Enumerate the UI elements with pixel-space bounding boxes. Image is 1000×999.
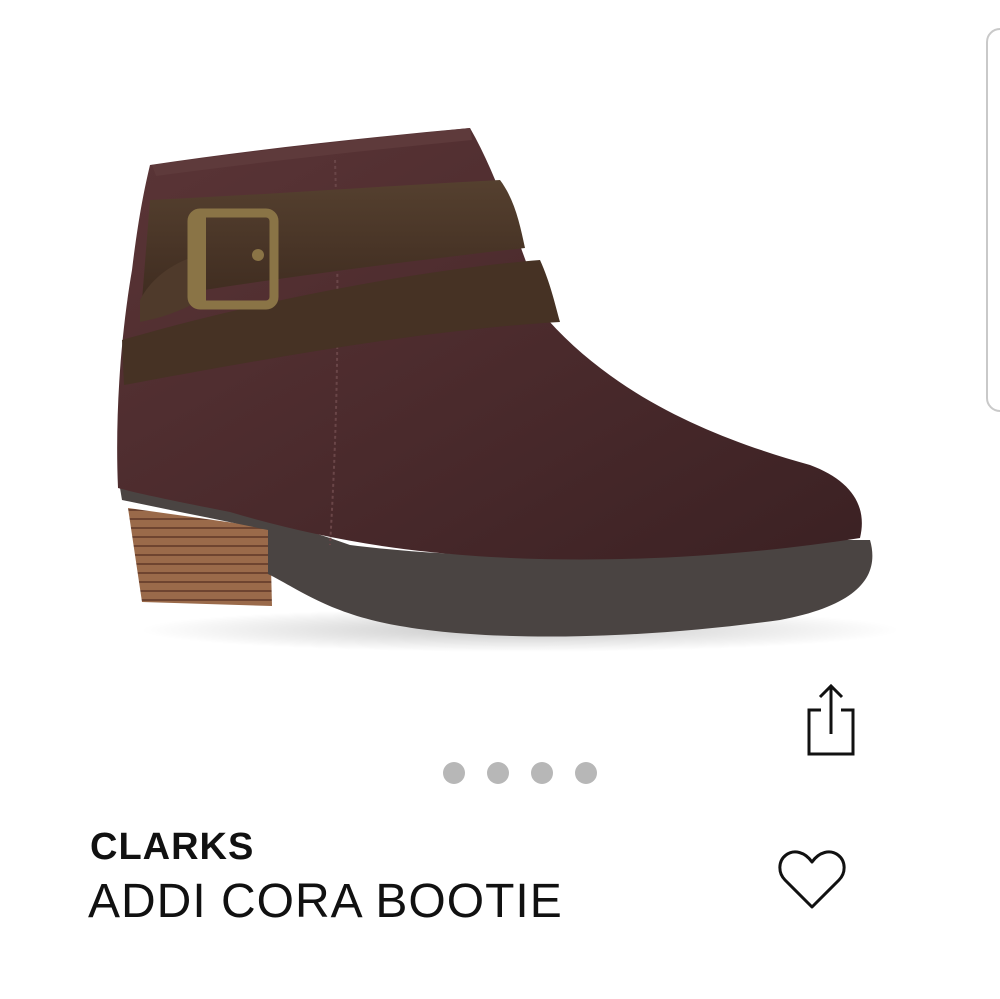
pager-dot[interactable]	[487, 762, 509, 784]
buckle-bar	[196, 216, 206, 302]
pager-dot[interactable]	[531, 762, 553, 784]
favorite-button[interactable]	[772, 844, 852, 916]
share-button[interactable]	[796, 680, 866, 760]
boot-illustration	[117, 128, 900, 652]
pager-dot[interactable]	[443, 762, 465, 784]
heart-icon	[778, 850, 846, 909]
product-brand[interactable]: CLARKS	[90, 826, 254, 869]
pager-dot[interactable]	[575, 762, 597, 784]
gallery-pager	[443, 762, 597, 784]
share-icon	[807, 683, 855, 756]
buckle-prong	[252, 249, 264, 261]
product-title: ADDI CORA BOOTIE	[88, 875, 563, 928]
scroll-indicator[interactable]	[986, 28, 1000, 412]
product-image[interactable]	[0, 0, 1000, 680]
